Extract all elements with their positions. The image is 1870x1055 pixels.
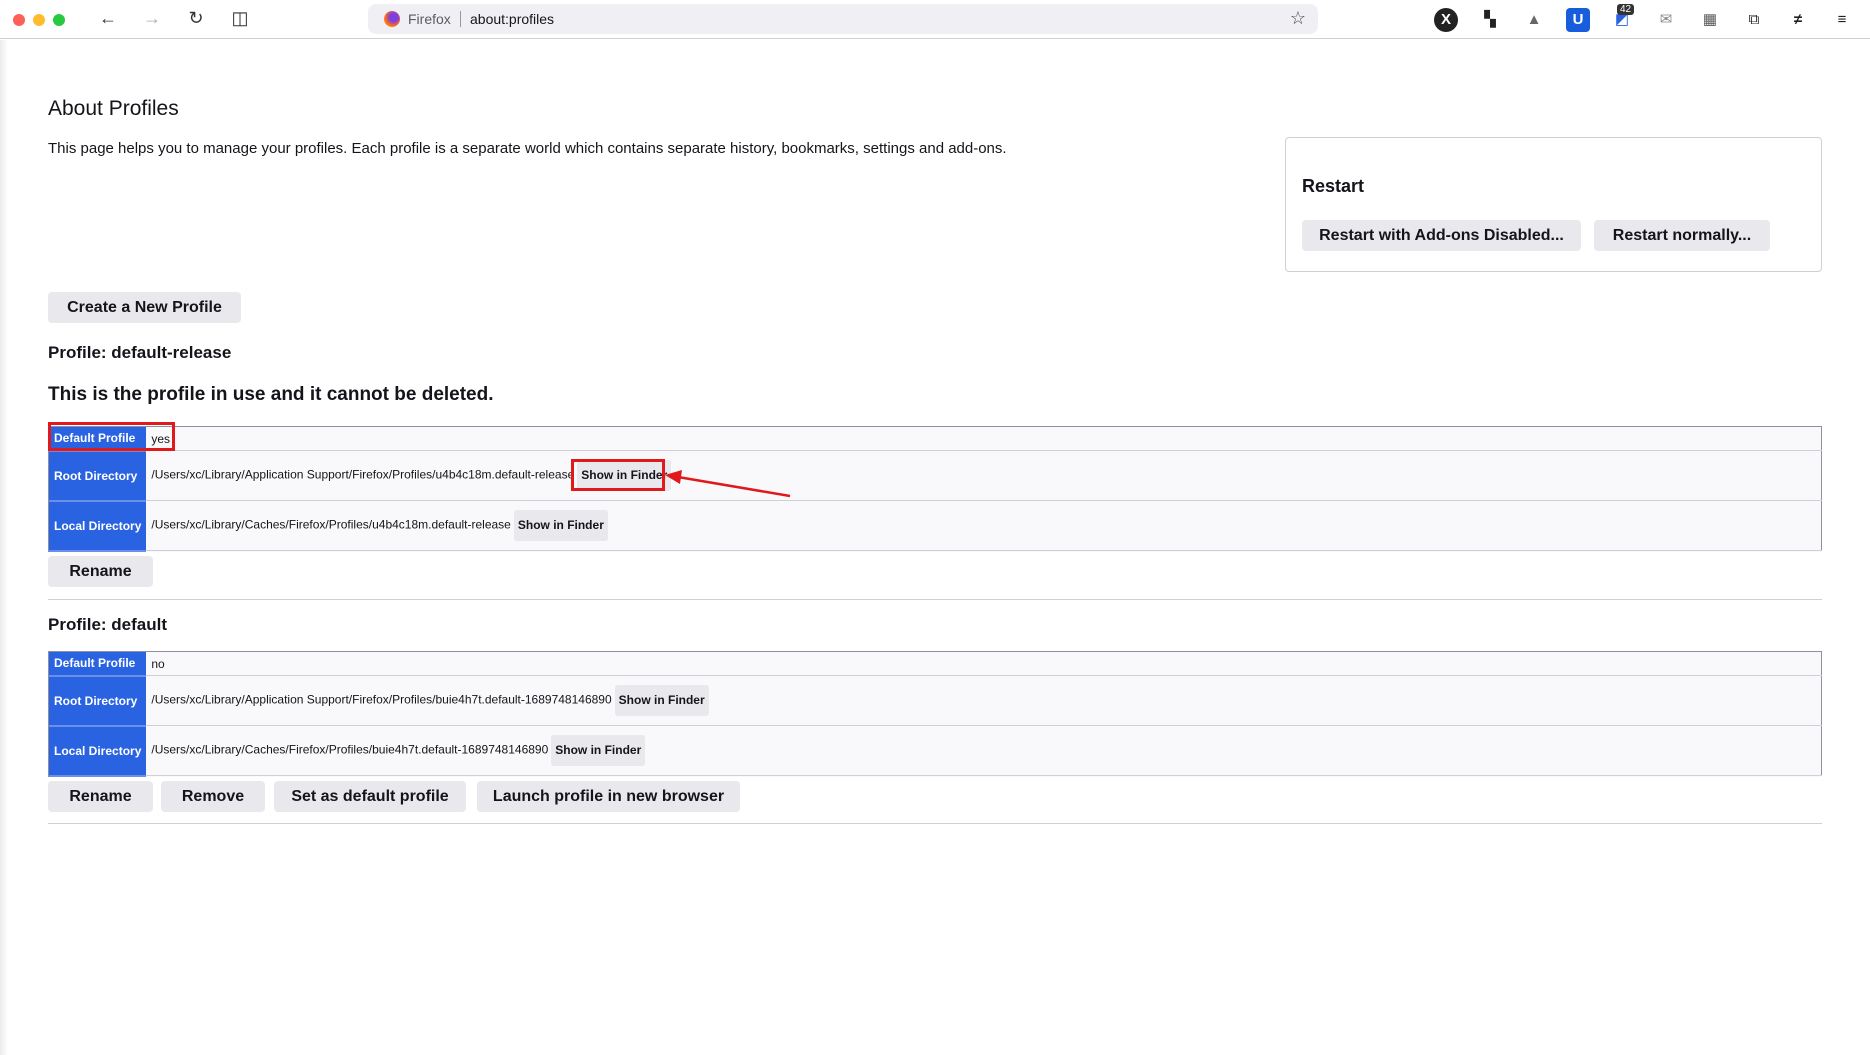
show-in-finder-button[interactable]: Show in Finder: [577, 460, 672, 491]
browser-toolbar: ← → ↻ ◫ Firefox about:profiles ☆ X ▚ ▲ U…: [0, 0, 1870, 39]
remove-button[interactable]: Remove: [161, 781, 265, 812]
window-edge: [0, 40, 8, 1055]
profile-heading: Profile: default: [48, 615, 168, 634]
minimize-window-button[interactable]: [33, 14, 45, 26]
row-value: /Users/xc/Library/Caches/Firefox/Profile…: [151, 742, 549, 757]
row-label: Default Profile: [48, 426, 147, 452]
row-label: Local Directory: [48, 500, 147, 552]
row-label: Local Directory: [48, 725, 147, 777]
launch-profile-button[interactable]: Launch profile in new browser: [477, 781, 740, 812]
profile-in-use-warning: This is the profile in use and it cannot…: [48, 384, 494, 405]
page-intro: This page helps you to manage your profi…: [48, 140, 1007, 157]
table-row: Local Directory/Users/xc/Library/Caches/…: [48, 725, 1822, 777]
address-bar[interactable]: Firefox about:profiles ☆: [368, 4, 1318, 34]
table-row: Root Directory/Users/xc/Library/Applicat…: [48, 675, 1822, 727]
forward-icon[interactable]: →: [140, 8, 164, 29]
qr-code-icon[interactable]: ▦: [1698, 8, 1722, 32]
x-icon[interactable]: X: [1434, 8, 1458, 32]
restart-normally-button[interactable]: Restart normally...: [1594, 220, 1770, 251]
restart-panel: Restart Restart with Add-ons Disabled...…: [1285, 137, 1822, 272]
back-icon[interactable]: ←: [96, 8, 120, 29]
divider: [48, 599, 1822, 600]
divider: [48, 823, 1822, 824]
rename-button[interactable]: Rename: [48, 556, 153, 587]
reload-icon[interactable]: ↻: [184, 8, 208, 29]
row-value: /Users/xc/Library/Caches/Firefox/Profile…: [151, 517, 511, 532]
restart-title: Restart: [1302, 176, 1365, 196]
restart-addons-disabled-button[interactable]: Restart with Add-ons Disabled...: [1302, 220, 1581, 251]
close-window-button[interactable]: [13, 14, 25, 26]
maximize-window-button[interactable]: [53, 14, 65, 26]
firefox-icon: [384, 11, 400, 27]
table-row: Default Profile yes: [48, 426, 1822, 452]
table-row: Local Directory/Users/xc/Library/Caches/…: [48, 500, 1822, 552]
row-value: /Users/xc/Library/Application Support/Fi…: [151, 467, 575, 482]
bookmark-star-icon[interactable]: ☆: [1290, 8, 1306, 29]
row-label: Root Directory: [48, 450, 147, 502]
create-profile-button[interactable]: Create a New Profile: [48, 292, 241, 323]
row-value: /Users/xc/Library/Application Support/Fi…: [151, 692, 612, 707]
menu-icon[interactable]: ≡: [1830, 8, 1854, 32]
url-text[interactable]: about:profiles: [470, 11, 554, 27]
mail-icon[interactable]: ✉: [1654, 8, 1678, 32]
page-title: About Profiles: [48, 97, 179, 120]
show-in-finder-button[interactable]: Show in Finder: [513, 510, 608, 541]
grid-plus-icon[interactable]: ▚: [1478, 8, 1502, 32]
rocket-icon[interactable]: ▲: [1522, 8, 1546, 32]
profile-table: Default Profile yes Root Directory/Users/…: [48, 426, 1822, 552]
row-label: Default Profile: [48, 651, 147, 677]
browser-brand: Firefox: [408, 11, 451, 27]
stripes-icon[interactable]: ≠: [1786, 8, 1810, 32]
row-label: Root Directory: [48, 675, 147, 727]
set-default-profile-button[interactable]: Set as default profile: [274, 781, 466, 812]
table-row: Root Directory/Users/xc/Library/Applicat…: [48, 450, 1822, 502]
profile-heading: Profile: default-release: [48, 343, 232, 362]
show-in-finder-button[interactable]: Show in Finder: [551, 735, 646, 766]
divider: [460, 11, 461, 27]
sidebar-icon[interactable]: ◫: [228, 8, 252, 29]
row-value: no: [146, 651, 1822, 676]
profile-table: Default Profile no Root Directory/Users/x…: [48, 651, 1822, 777]
extensions-puzzle-icon[interactable]: ⧉: [1742, 8, 1766, 32]
rename-button[interactable]: Rename: [48, 781, 153, 812]
bitwarden-icon[interactable]: U: [1566, 8, 1590, 32]
notification-badge: 42: [1617, 4, 1635, 15]
show-in-finder-button[interactable]: Show in Finder: [614, 685, 709, 716]
table-row: Default Profile no: [48, 651, 1822, 677]
row-value: yes: [146, 426, 1822, 451]
